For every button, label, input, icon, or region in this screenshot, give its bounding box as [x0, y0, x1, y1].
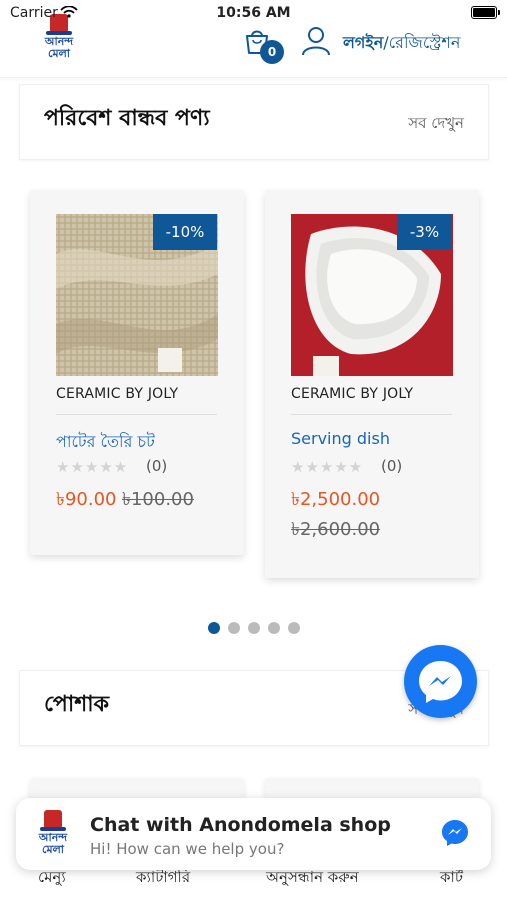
messenger-icon — [419, 661, 462, 703]
product-price: ৳90.00 — [56, 489, 117, 510]
logo-hat-icon — [40, 810, 66, 831]
rating-count: (0) — [381, 457, 403, 475]
login-link[interactable]: লগইন — [343, 33, 383, 52]
logo-text: আনন্দ মেলা — [38, 831, 68, 856]
login-register-link[interactable]: লগইন/রেজিস্ট্রেশন — [343, 30, 460, 57]
chat-subtitle: Hi! How can we help you? — [90, 840, 285, 858]
view-all-link[interactable]: সব দেখুন — [408, 112, 464, 137]
section-title: পোশাক — [44, 692, 110, 717]
divider — [291, 414, 452, 415]
discount-badge: -10% — [153, 214, 217, 250]
product-card[interactable]: -3% CERAMIC BY JOLY Serving dish ★★★★★ (… — [265, 190, 479, 578]
product-card[interactable]: -10% CERAMIC BY JOLY পাটের তৈরি চট ★★★★★… — [30, 190, 244, 555]
chat-title: Chat with Anondomela shop — [90, 814, 391, 836]
product-price: ৳2,500.00 — [291, 489, 381, 510]
product-old-price: ৳2,600.00 — [291, 519, 381, 540]
register-link[interactable]: রেজিস্ট্রেশন — [389, 33, 461, 52]
product-name[interactable]: পাটের তৈরি চট — [56, 429, 155, 456]
logo-text: আনন্দ মেলা — [44, 35, 74, 60]
product-brand: CERAMIC BY JOLY — [291, 386, 414, 402]
carousel-dot[interactable] — [248, 622, 260, 634]
carousel-dot[interactable] — [208, 622, 220, 634]
user-icon[interactable] — [300, 25, 332, 57]
carousel-dot[interactable] — [268, 622, 280, 634]
product-name[interactable]: Serving dish — [291, 429, 390, 448]
clock: 10:56 AM — [216, 5, 291, 21]
divider — [56, 414, 217, 415]
section-title: পরিবেশ বান্ধব পণ্য — [44, 106, 210, 131]
battery-icon — [471, 6, 500, 19]
cart-count-badge: 0 — [260, 40, 284, 64]
product-old-price: ৳100.00 — [122, 489, 194, 510]
rating-stars-icon: ★★★★★ — [56, 458, 129, 476]
discount-badge: -3% — [397, 214, 452, 250]
messenger-icon[interactable] — [440, 818, 470, 848]
carousel-dot[interactable] — [228, 622, 240, 634]
status-bar: Carrier 10:56 AM — [0, 0, 507, 26]
messenger-button[interactable] — [404, 645, 477, 718]
chat-brand-logo: আনন্দ মেলা — [30, 810, 76, 860]
section-eco-header: পরিবেশ বান্ধব পণ্য সব দেখুন — [19, 84, 489, 160]
rating-count: (0) — [146, 457, 168, 475]
product-brand: CERAMIC BY JOLY — [56, 386, 179, 402]
carousel-dot[interactable] — [288, 622, 300, 634]
chat-widget[interactable]: আনন্দ মেলা Chat with Anondomela shop Hi!… — [16, 798, 491, 870]
rating-stars-icon: ★★★★★ — [291, 458, 364, 476]
